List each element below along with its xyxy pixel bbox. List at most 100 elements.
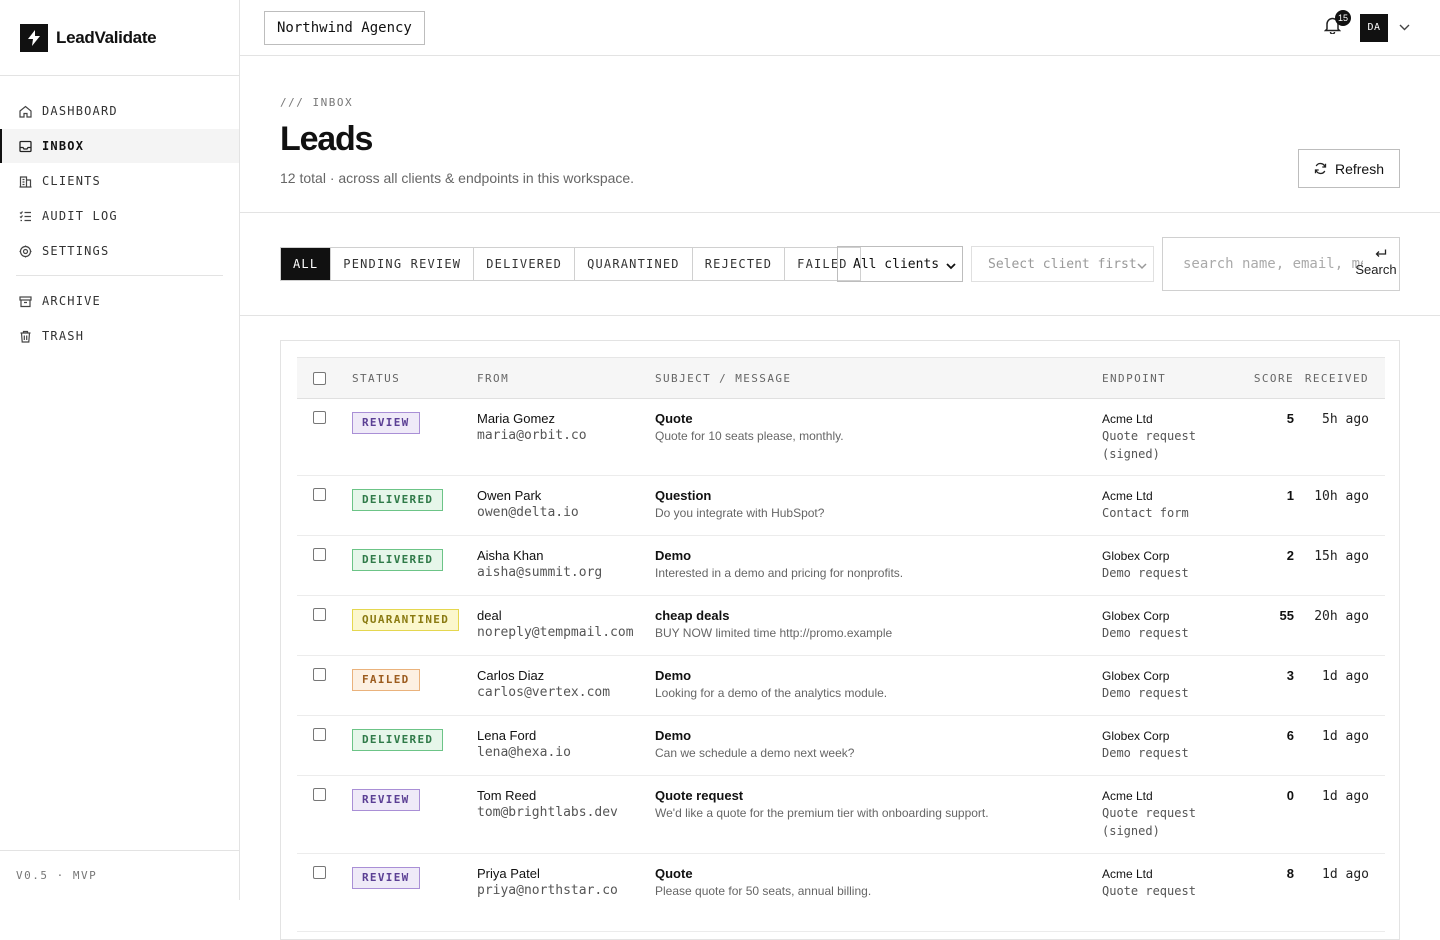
table-row[interactable]: DELIVERED Aisha Khan aisha@summit.org Dem…: [297, 536, 1385, 596]
table-row[interactable]: REVIEW Maria Gomez maria@orbit.co Quote Qu…: [297, 399, 1385, 476]
archive-icon: [18, 294, 32, 308]
tab-quarantined[interactable]: QUARANTINED: [575, 248, 693, 280]
lead-message: We'd like a quote for the premium tier w…: [655, 806, 989, 820]
page-title: Leads: [280, 120, 373, 158]
version-label: V0.5 · MVP: [0, 850, 239, 900]
row-checkbox[interactable]: [313, 866, 326, 879]
column-header-score[interactable]: SCORE: [1237, 358, 1294, 399]
endpoint-name: Demo request: [1102, 686, 1189, 700]
sidebar-item-dashboard[interactable]: DASHBOARD: [0, 94, 239, 128]
tab-all[interactable]: ALL: [281, 248, 332, 280]
client-select[interactable]: All clients: [837, 246, 963, 282]
row-checkbox[interactable]: [313, 788, 326, 801]
sidebar-item-label: AUDIT LOG: [42, 209, 118, 223]
row-checkbox-cell: [297, 476, 352, 536]
row-checkbox-cell: [297, 776, 352, 854]
received-time: 1d ago: [1322, 669, 1369, 684]
column-header-received[interactable]: RECEIVED: [1294, 358, 1385, 399]
select-all-checkbox[interactable]: [313, 371, 326, 385]
home-icon: [18, 104, 32, 118]
building-icon: [18, 174, 32, 188]
sidebar-item-audit-log[interactable]: AUDIT LOG: [0, 199, 239, 233]
row-checkbox[interactable]: [313, 608, 326, 621]
status-badge: FAILED: [352, 669, 420, 691]
table-row[interactable]: DELIVERED Lena Ford lena@hexa.io Demo Can …: [297, 716, 1385, 776]
row-checkbox[interactable]: [313, 728, 326, 741]
endpoint-name: Demo request: [1102, 626, 1189, 640]
gear-icon: [18, 244, 32, 258]
sidebar-item-label: ARCHIVE: [42, 294, 101, 308]
status-tabs: ALL PENDING REVIEW DELIVERED QUARANTINED…: [280, 247, 861, 281]
received-time: 20h ago: [1314, 609, 1369, 624]
row-checkbox[interactable]: [313, 548, 326, 561]
table-row[interactable]: QUARANTINED deal noreply@tempmail.com che…: [297, 596, 1385, 656]
row-checkbox[interactable]: [313, 668, 326, 681]
column-header-endpoint[interactable]: ENDPOINT: [1102, 358, 1237, 399]
search-button[interactable]: Search: [1353, 244, 1399, 277]
column-header-from[interactable]: FROM: [477, 358, 655, 399]
table-row[interactable]: FAILED Carlos Diaz carlos@vertex.com Demo…: [297, 656, 1385, 716]
refresh-button[interactable]: Refresh: [1298, 149, 1400, 188]
notifications-button[interactable]: 15: [1322, 9, 1351, 38]
trash-icon: [18, 329, 32, 343]
chevron-down-icon[interactable]: [1398, 22, 1410, 34]
lead-score: 55: [1279, 608, 1294, 623]
received-time: 15h ago: [1314, 549, 1369, 564]
sidebar-item-inbox[interactable]: INBOX: [0, 129, 239, 163]
endpoint-select-value: Select client first: [988, 256, 1137, 272]
table-row[interactable]: REVIEW Tom Reed tom@brightlabs.dev Quote …: [297, 776, 1385, 854]
status-badge: REVIEW: [352, 412, 420, 434]
row-checkbox[interactable]: [313, 411, 326, 424]
lead-message: Quote for 10 seats please, monthly.: [655, 429, 844, 443]
received-time: 1d ago: [1322, 729, 1369, 744]
tab-rejected[interactable]: REJECTED: [693, 248, 786, 280]
lead-score: 5: [1286, 411, 1294, 426]
search-input[interactable]: [1163, 238, 1363, 290]
lead-name: Owen Park: [477, 488, 542, 503]
notification-badge: 15: [1335, 9, 1351, 26]
workspace-switcher[interactable]: Northwind Agency: [264, 10, 425, 45]
sidebar-item-settings[interactable]: SETTINGS: [0, 234, 239, 268]
inbox-icon: [18, 139, 32, 153]
lead-email: priya@northstar.co: [477, 883, 618, 898]
lead-name: Aisha Khan: [477, 548, 544, 563]
column-header-status[interactable]: STATUS: [352, 358, 477, 399]
endpoint-name: Quote request: [1102, 884, 1196, 898]
tab-pending-review[interactable]: PENDING REVIEW: [331, 248, 475, 280]
avatar[interactable]: DA: [1360, 13, 1388, 42]
sidebar-nav: DASHBOARD INBOX CLIENTS AUDIT LOG SETTIN…: [0, 76, 239, 353]
status-badge: DELIVERED: [352, 489, 444, 511]
endpoint-client: Acme Ltd: [1102, 412, 1153, 426]
page-header: /// INBOX Leads 12 total · across all cl…: [240, 56, 1440, 213]
lead-message: Can we schedule a demo next week?: [655, 746, 855, 760]
lead-name: Lena Ford: [477, 728, 537, 743]
sidebar-item-archive[interactable]: ARCHIVE: [0, 284, 239, 318]
lead-name: Maria Gomez: [477, 411, 556, 426]
search-button-label: Search: [1355, 262, 1397, 277]
lead-email: tom@brightlabs.dev: [477, 805, 618, 820]
brand[interactable]: LeadValidate: [0, 0, 239, 76]
endpoint-name: Demo request: [1102, 746, 1189, 760]
lead-subject: Demo: [655, 728, 692, 743]
sidebar-item-label: INBOX: [42, 139, 85, 153]
table-row[interactable]: DELIVERED Owen Park owen@delta.io Questio…: [297, 476, 1385, 536]
endpoint-client: Acme Ltd: [1102, 789, 1153, 803]
status-badge: DELIVERED: [352, 549, 444, 571]
leads-table-card: STATUS FROM SUBJECT / MESSAGE ENDPOINT S…: [280, 340, 1400, 940]
lead-score: 0: [1286, 788, 1294, 803]
sidebar-item-label: SETTINGS: [42, 244, 110, 258]
sidebar-item-trash[interactable]: TRASH: [0, 319, 239, 353]
client-select-value: All clients: [853, 256, 940, 272]
endpoint-select[interactable]: Select client first: [971, 246, 1154, 282]
column-header-subject[interactable]: SUBJECT / MESSAGE: [655, 358, 1102, 399]
lead-score: 8: [1286, 866, 1294, 881]
table-row[interactable]: REVIEW Priya Patel priya@northstar.co Quo…: [297, 854, 1385, 932]
endpoint-client: Globex Corp: [1102, 729, 1170, 743]
sidebar-item-clients[interactable]: CLIENTS: [0, 164, 239, 198]
leads-table-body: REVIEW Maria Gomez maria@orbit.co Quote Qu…: [297, 399, 1385, 932]
row-checkbox[interactable]: [313, 488, 326, 501]
filter-bar: ALL PENDING REVIEW DELIVERED QUARANTINED…: [240, 213, 1440, 316]
tab-delivered[interactable]: DELIVERED: [474, 248, 576, 280]
status-badge: REVIEW: [352, 867, 420, 889]
row-checkbox-cell: [297, 716, 352, 776]
